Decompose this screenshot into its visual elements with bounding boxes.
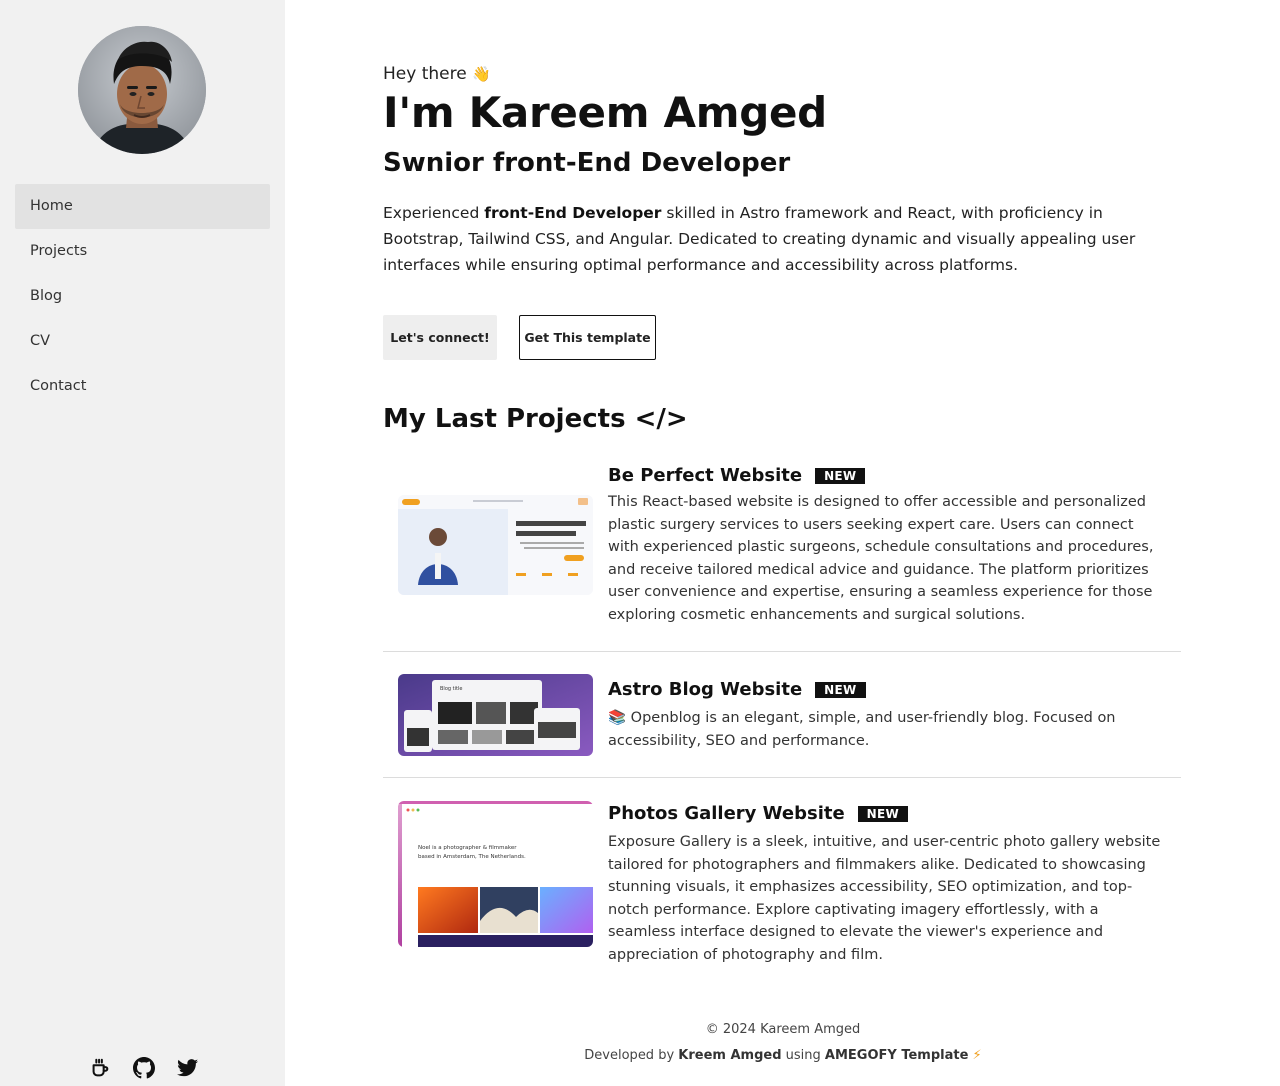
footer-dev-prefix: Developed by — [584, 1048, 679, 1063]
divider — [383, 777, 1181, 778]
gallery-thumb-caption-2: based in Amsterdam, The Netherlands. — [418, 854, 526, 860]
nav-item-home[interactable]: Home — [15, 184, 270, 229]
intro-text-start: Experienced — [383, 204, 485, 222]
nav-item-cv[interactable]: CV — [15, 319, 270, 364]
avatar-portrait — [78, 26, 206, 154]
project-thumbnail: Noel is a photographer & filmmaker based… — [398, 801, 593, 947]
intro-paragraph: Experienced front-End Developer skilled … — [383, 200, 1163, 278]
project-description: This React-based website is designed to … — [608, 494, 1154, 623]
project-title-text: Photos Gallery Website — [608, 803, 845, 824]
intro-bold: front-End Developer — [484, 204, 662, 222]
main-nav: Home Projects Blog CV Contact — [15, 184, 270, 409]
projects-section-title: My Last Projects </> — [383, 404, 688, 434]
github-icon[interactable] — [131, 1056, 157, 1080]
footer-credits: Developed by Kreem Amged using AMEGOFY T… — [383, 1048, 1183, 1063]
project-thumbnail — [398, 495, 593, 595]
nav-item-contact[interactable]: Contact — [15, 364, 270, 409]
footer-template-link[interactable]: AMEGOFY Template — [825, 1048, 969, 1063]
nav-item-projects[interactable]: Projects — [15, 229, 270, 274]
sidebar: Home Projects Blog CV Contact — [0, 0, 285, 1086]
twitter-icon[interactable] — [175, 1056, 201, 1080]
coffee-icon[interactable] — [87, 1056, 113, 1080]
role-subtitle: Swnior front-End Developer — [383, 148, 791, 178]
page-title: I'm Kareem Amged — [383, 88, 827, 137]
lightning-icon: ⚡ — [972, 1048, 982, 1063]
new-badge: NEW — [857, 805, 909, 822]
new-badge: NEW — [815, 681, 866, 698]
avatar — [78, 26, 206, 154]
social-links — [87, 1056, 201, 1080]
project-description: 📚 Openblog is an elegant, simple, and us… — [608, 710, 1116, 749]
project-title[interactable]: Be Perfect Website NEW — [608, 465, 866, 486]
new-badge: NEW — [815, 467, 866, 484]
divider — [383, 651, 1181, 652]
project-thumbnail: Blog title — [398, 674, 593, 756]
nav-item-blog[interactable]: Blog — [15, 274, 270, 319]
project-description: Exposure Gallery is a sleek, intuitive, … — [608, 834, 1161, 963]
wave-icon: 👋 — [472, 65, 491, 83]
footer-dev-name[interactable]: Kreem Amged — [678, 1048, 781, 1063]
project-title-text: Astro Blog Website — [608, 679, 803, 700]
get-template-button[interactable]: Get This template — [519, 315, 656, 360]
greeting: Hey there 👋 — [383, 64, 491, 84]
gallery-thumb-caption-1: Noel is a photographer & filmmaker — [418, 845, 517, 851]
greeting-text: Hey there — [383, 64, 467, 84]
project-title[interactable]: Photos Gallery Website NEW — [608, 803, 909, 824]
footer-copyright: © 2024 Kareem Amged — [705, 1022, 861, 1037]
lets-connect-button[interactable]: Let's connect! — [383, 315, 497, 360]
footer-dev-mid: using — [781, 1048, 825, 1063]
blog-thumb-logo: Blog title — [440, 686, 462, 692]
project-title-text: Be Perfect Website — [608, 465, 803, 486]
project-title[interactable]: Astro Blog Website NEW — [608, 679, 866, 700]
